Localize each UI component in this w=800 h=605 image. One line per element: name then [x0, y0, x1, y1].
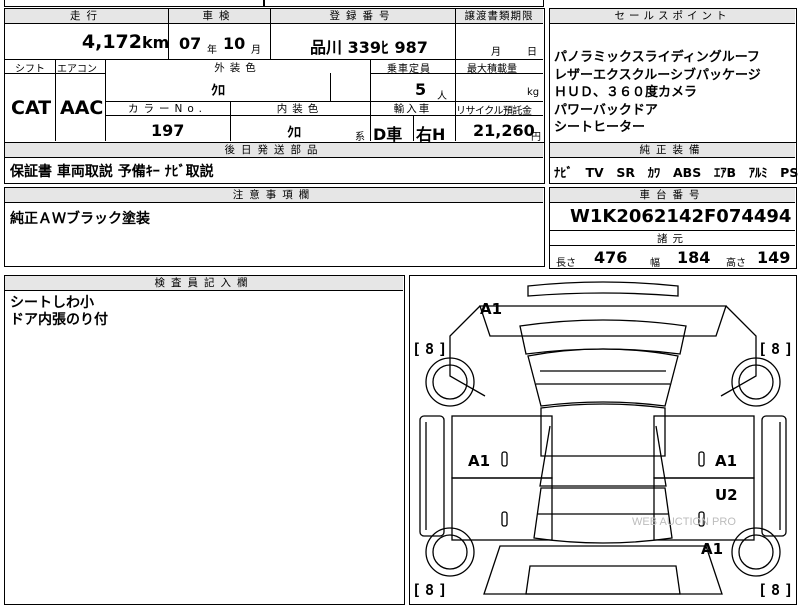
recycle-fee: 21,260: [473, 121, 535, 140]
registration-header: 登録番号: [270, 9, 455, 24]
chassis-box: 車台番号 W1K2062142F074494 諸元 長さ 476 幅 184 高…: [549, 187, 797, 269]
chassis-header: 車台番号: [550, 188, 795, 203]
ac-label: エアコン: [57, 64, 97, 75]
capacity-value: 5: [415, 80, 427, 99]
trunk: [483, 545, 723, 595]
color-no-value: 197: [151, 121, 185, 140]
damage-code-hood: A1: [480, 300, 503, 318]
inspector-notes: シートしわ小 ドア内張のり付: [10, 295, 108, 329]
tire-mark-rear-right: [8]: [758, 581, 794, 599]
recycle-label: リサイクル預託金: [456, 106, 532, 117]
width-value: 184: [677, 248, 711, 267]
roof: [540, 403, 666, 457]
month-unit: 月: [251, 45, 261, 56]
equipment-list: ﾅﾋﾞ TV SR ｶﾜ ABS ｴｱB ｱﾙﾐ PS PW: [554, 162, 800, 181]
inspector-note: シートしわ小: [10, 295, 94, 311]
height-label: 高さ: [726, 258, 746, 269]
mileage-header: 走行: [5, 9, 168, 24]
accessories-box: 後日発送部品 保証書 車両取説 予備ｷｰ ﾅﾋﾞ取説: [4, 142, 545, 184]
mileage-unit: km: [142, 33, 170, 52]
right-front-door: [653, 415, 755, 479]
notes-text: 純正ＡＷブラック塗装: [10, 211, 150, 227]
import-label: 輸入車: [393, 103, 432, 115]
interior-suffix: 系: [355, 132, 365, 143]
tire-mark-front-left: [8]: [412, 340, 448, 358]
mileage-value: 4,172: [81, 31, 142, 53]
shift-value: CAT: [11, 97, 52, 119]
front-bumper: [527, 281, 679, 297]
selling-point: シートヒーター: [554, 120, 646, 135]
color-no-label: カラーNo.: [128, 103, 207, 115]
height-value: 149: [757, 248, 791, 267]
length-value: 476: [594, 248, 628, 267]
inspector-note: ドア内張のり付: [10, 312, 108, 328]
dims-label: 諸元: [657, 233, 688, 245]
inspection-month: 10: [223, 34, 246, 53]
capacity-unit: 人: [437, 91, 447, 102]
transfer-month-unit: 月: [491, 47, 501, 58]
equipment-item: ﾅﾋﾞ: [554, 165, 573, 180]
chassis-number: W1K2062142F074494: [570, 206, 792, 227]
registration-value: 品川 339ﾋ 987: [310, 38, 428, 57]
accessories-text: 保証書 車両取説 予備ｷｰ ﾅﾋﾞ取説: [10, 164, 214, 180]
transfer-header: 譲渡書類期限: [455, 9, 543, 24]
tire-mark-rear-left: [8]: [412, 581, 448, 599]
selling-point: パワーバックドア: [554, 102, 658, 118]
equipment-item: TV: [585, 165, 604, 180]
equipment-item: SR: [616, 165, 636, 180]
selling-point: レザーエクスクルーシブパッケージ: [554, 67, 761, 83]
max-load-label: 最大積載量: [467, 64, 517, 75]
car-outline-diagram: WEB AUCTION PRO: [419, 281, 787, 595]
tire-mark-front-right: [8]: [758, 340, 794, 358]
transfer-day-unit: 日: [527, 47, 537, 58]
selling-point: ＨＵＤ、３６０度カメラ: [554, 85, 698, 100]
shift-label: シフト: [15, 64, 45, 75]
watermark: WEB AUCTION PRO: [632, 516, 736, 528]
width-label: 幅: [650, 258, 660, 269]
equipment-item: ｶﾜ: [647, 165, 661, 180]
max-load-unit: kg: [527, 87, 540, 98]
left-front-door: [451, 415, 553, 479]
equipment-item: ｴｱB: [713, 165, 736, 180]
inspector-header: 検査員記入欄: [5, 276, 403, 291]
damage-code-right-rear-door: U2: [715, 486, 738, 504]
year-unit: 年: [207, 45, 217, 56]
selling-point: パノラミックスライディングルーフ: [554, 50, 760, 65]
interior-label: 内装色: [276, 103, 324, 115]
recycle-unit: 円: [531, 132, 541, 143]
notes-box: 注意事項欄 純正ＡＷブラック塗装: [4, 187, 545, 267]
ac-value: AAC: [60, 97, 104, 119]
equipment-item: ｱﾙﾐ: [748, 165, 768, 180]
top-strip: [4, 0, 264, 7]
interior-color: ｸﾛ: [287, 125, 301, 141]
left-rear-door: [451, 477, 553, 541]
equipment-item: ABS: [673, 165, 702, 180]
notes-header: 注意事項欄: [5, 188, 543, 203]
inspection-header: 車検: [168, 9, 270, 24]
damage-code-left-front-door: A1: [468, 452, 491, 470]
vehicle-info-table: 走行 車検 登録番号 譲渡書類期限 4,172 km 07 年 10 月 品川 …: [4, 8, 545, 144]
length-label: 長さ: [556, 258, 576, 269]
inspection-year: 07: [179, 34, 202, 53]
exterior-color: ｸﾛ: [211, 83, 225, 99]
factory-equipment-header: 純正装備: [550, 143, 795, 158]
hood-outline: [479, 305, 727, 337]
right-rear-door: [653, 477, 755, 541]
factory-equipment-box: 純正装備 ﾅﾋﾞ TV SR ｶﾜ ABS ｴｱB ｱﾙﾐ PS PW: [549, 142, 800, 184]
capacity-label: 乗車定員: [387, 64, 431, 75]
damage-code-right-front-door: A1: [715, 452, 738, 470]
damage-diagram-box: WEB AUCTION PRO [8] [8] [8] [8] A1 A1 A1…: [409, 275, 797, 605]
selling-points-header: セールスポイント: [550, 9, 795, 24]
windshield: [527, 348, 679, 407]
selling-points-box: セールスポイント パノラミックスライディングルーフ レザーエクスクルーシブパッケ…: [549, 8, 797, 143]
top-strip-right: [264, 0, 544, 7]
selling-points-list: パノラミックスライディングルーフ レザーエクスクルーシブパッケージ ＨＵＤ、３６…: [554, 49, 761, 137]
equipment-item: PS: [780, 165, 799, 180]
damage-code-right-rear-quarter: A1: [701, 540, 724, 558]
accessories-header: 後日発送部品: [5, 143, 543, 158]
inspector-box: 検査員記入欄 シートしわ小 ドア内張のり付: [4, 275, 405, 605]
